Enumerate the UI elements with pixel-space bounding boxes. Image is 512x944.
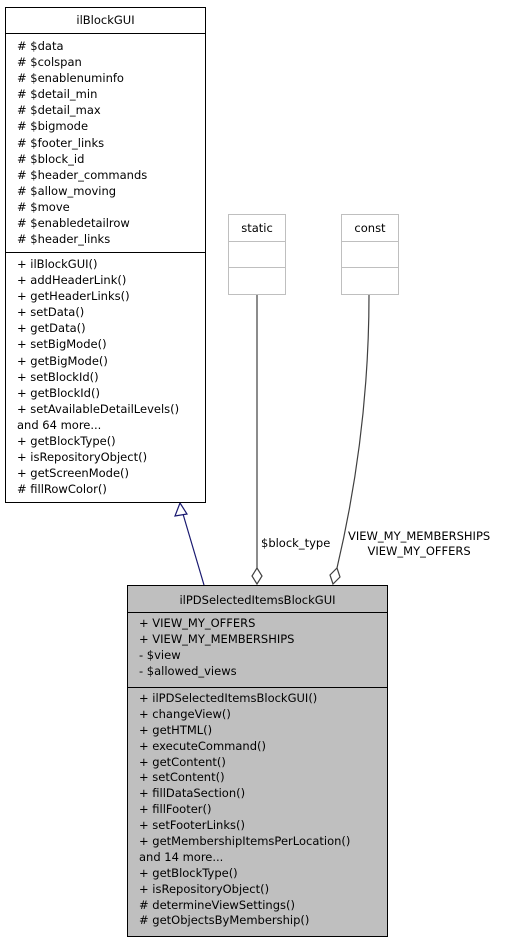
- class-operation: + getData(): [17, 321, 86, 336]
- operation-list: + ilPDSelectedItemsBlockGUI() + changeVie…: [128, 688, 387, 929]
- template-attributes: [229, 242, 285, 268]
- class-operation: + setBlockId(): [17, 369, 99, 384]
- edge-label-views: VIEW_MY_MEMBERSHIPS VIEW_MY_OFFERS: [348, 529, 490, 559]
- class-operation: # fillRowColor(): [17, 482, 107, 497]
- class-operation: + getBlockId(): [17, 385, 100, 400]
- class-attribute: # $header_links: [17, 232, 111, 247]
- edge-label-block-type: $block_type: [261, 536, 331, 550]
- class-attribute: # $allow_moving: [17, 183, 117, 198]
- const-aggregation-diamond: [329, 566, 341, 586]
- class-attribute: # $move: [17, 199, 70, 214]
- template-box-static[interactable]: static: [228, 214, 286, 295]
- class-operation: + isRepositoryObject(): [139, 881, 270, 896]
- inheritance-edge: [182, 513, 205, 586]
- class-attribute: # $footer_links: [17, 135, 105, 150]
- class-operation: + getBlockType(): [17, 434, 116, 449]
- class-operation: + setFooterLinks(): [139, 818, 245, 833]
- class-attribute: # $data: [17, 39, 64, 53]
- class-operation: + getBigMode(): [17, 353, 108, 368]
- class-attribute: # $bigmode: [17, 119, 89, 134]
- attribute-list: + VIEW_MY_OFFERS + VIEW_MY_MEMBERSHIPS - $…: [128, 613, 387, 688]
- attribute-list: # $data # $colspan # $enablenuminfo # $deta…: [6, 34, 205, 253]
- edge-label-line: VIEW_MY_MEMBERSHIPS: [348, 529, 491, 543]
- class-name: ilPDSelectedItemsBlockGUI: [128, 586, 387, 613]
- template-box-const[interactable]: const: [341, 214, 399, 295]
- class-operation: + changeView(): [139, 706, 231, 721]
- class-operation: # determineViewSettings(): [139, 897, 295, 912]
- template-name: const: [342, 215, 398, 242]
- template-name: static: [229, 215, 285, 242]
- class-attribute: # $enabledetailrow: [17, 216, 130, 231]
- class-box-ilblockgui[interactable]: ilBlockGUI # $data # $colspan # $enablenum…: [5, 7, 206, 503]
- class-attribute: # $enablenuminfo: [17, 71, 124, 86]
- operation-list: + ilBlockGUI() + addHeaderLink() + getHead…: [6, 253, 205, 497]
- class-operation: + setAvailableDetailLevels(): [17, 401, 180, 416]
- class-operation: and 64 more...: [17, 417, 102, 432]
- class-attribute: - $allowed_views: [139, 663, 237, 678]
- class-operation: + isRepositoryObject(): [17, 450, 148, 465]
- class-attribute: + VIEW_MY_OFFERS: [139, 616, 256, 630]
- class-operation: and 14 more...: [139, 849, 224, 864]
- class-operation: + setData(): [17, 305, 85, 320]
- class-name: ilBlockGUI: [6, 8, 205, 34]
- class-operation: # getObjectsByMembership(): [139, 913, 310, 928]
- class-operation: + fillDataSection(): [139, 786, 246, 801]
- class-operation: + getContent(): [139, 754, 226, 769]
- class-attribute: # $detail_max: [17, 103, 101, 118]
- class-operation: + fillFooter(): [139, 802, 212, 817]
- template-attributes: [342, 242, 398, 268]
- class-attribute: # $colspan: [17, 55, 82, 70]
- class-operation: + ilBlockGUI(): [17, 257, 98, 271]
- class-operation: + getMembershipItemsPerLocation(): [139, 834, 351, 849]
- edge-label-line: VIEW_MY_OFFERS: [367, 544, 471, 558]
- inheritance-arrowhead: [174, 501, 188, 517]
- class-operation: + setBigMode(): [17, 337, 107, 352]
- class-operation: + setContent(): [139, 770, 225, 785]
- class-attribute: - $view: [139, 647, 181, 662]
- class-attribute: # $block_id: [17, 151, 85, 166]
- class-operation: + executeCommand(): [139, 738, 266, 753]
- class-operation: + getBlockType(): [139, 865, 238, 880]
- const-usage-edge: [336, 294, 370, 569]
- class-attribute: # $header_commands: [17, 167, 148, 182]
- static-aggregation-diamond: [251, 566, 263, 586]
- class-operation: + addHeaderLink(): [17, 273, 127, 288]
- class-attribute: # $detail_min: [17, 87, 98, 102]
- class-operation: + getHTML(): [139, 722, 213, 737]
- class-attribute: + VIEW_MY_MEMBERSHIPS: [139, 631, 295, 646]
- class-operation: + getScreenMode(): [17, 466, 130, 481]
- class-operation: + ilPDSelectedItemsBlockGUI(): [139, 691, 318, 705]
- class-operation: + getHeaderLinks(): [17, 289, 130, 304]
- class-box-ilpdselecteditemsblockgui[interactable]: ilPDSelectedItemsBlockGUI + VIEW_MY_OFFE…: [127, 585, 388, 937]
